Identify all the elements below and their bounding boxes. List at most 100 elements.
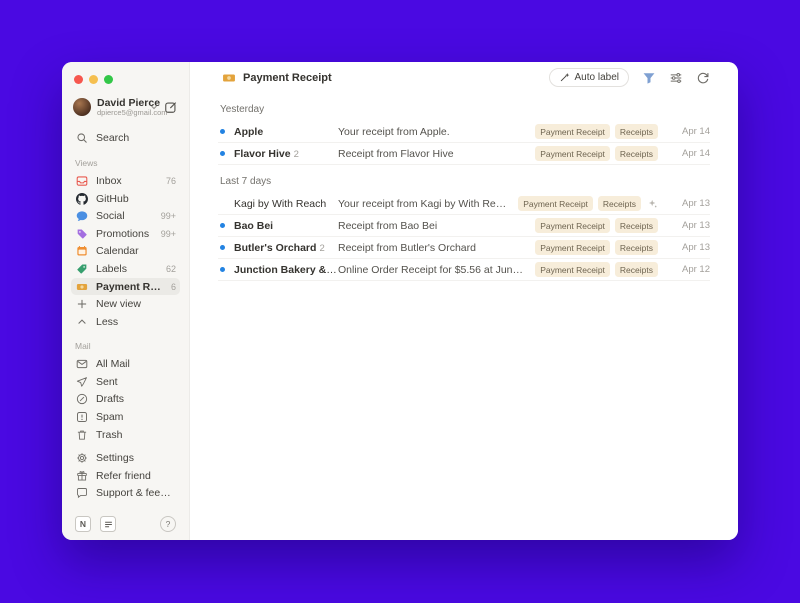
avatar xyxy=(73,98,91,116)
sidebar-item-label: Sent xyxy=(96,376,118,388)
view-title: Payment Receipt xyxy=(222,71,332,85)
label-badge[interactable]: Receipts xyxy=(615,124,658,139)
label-badge[interactable]: Payment Receipt xyxy=(535,124,610,139)
window-controls xyxy=(74,75,180,84)
email-row[interactable]: Bao Bei Receipt from Bao Bei Payment Rec… xyxy=(218,215,710,237)
email-subject: Receipt from Bao Bei xyxy=(338,220,525,232)
spam-icon xyxy=(75,411,89,423)
auto-labeled-sparkle-icon xyxy=(648,199,658,209)
sidebar-item-sent[interactable]: Sent xyxy=(71,373,180,391)
github-icon xyxy=(75,193,89,205)
email-row[interactable]: Flavor Hive2 Receipt from Flavor Hive Pa… xyxy=(218,143,710,165)
sidebar-item-spam[interactable]: Spam xyxy=(71,408,180,426)
sidebar-item-github[interactable]: GitHub xyxy=(71,190,180,208)
email-date: Apr 12 xyxy=(670,264,710,275)
sidebar-item-label: Labels xyxy=(96,263,127,275)
promotions-icon xyxy=(75,228,89,240)
main-header: Payment Receipt Auto label xyxy=(190,62,738,93)
notion-app-icon[interactable]: N xyxy=(75,516,91,532)
email-date: Apr 13 xyxy=(670,242,710,253)
sidebar-item-new-view[interactable]: New view xyxy=(71,295,180,313)
email-subject: Receipt from Flavor Hive xyxy=(338,148,525,160)
sender-name: Bao Bei xyxy=(234,220,273,232)
display-options-icon[interactable] xyxy=(669,71,683,85)
sidebar-item-trash[interactable]: Trash xyxy=(71,426,180,444)
email-subject: Receipt from Butler's Orchard xyxy=(338,242,525,254)
chevron-up-icon xyxy=(75,316,89,328)
zoom-window-button[interactable] xyxy=(104,75,113,84)
sidebar-item-count: 99+ xyxy=(161,211,176,221)
sidebar-item-label: GitHub xyxy=(96,193,129,205)
search-label: Search xyxy=(96,132,129,144)
sidebar-item-promotions[interactable]: Promotions 99+ xyxy=(71,225,180,243)
refresh-icon[interactable] xyxy=(696,71,710,85)
close-window-button[interactable] xyxy=(74,75,83,84)
sidebar-item-drafts[interactable]: Drafts xyxy=(71,391,180,409)
trash-icon xyxy=(75,429,89,441)
notion-calendar-app-icon[interactable] xyxy=(100,516,116,532)
label-badge[interactable]: Payment Receipt xyxy=(535,218,610,233)
search-button[interactable]: Search xyxy=(71,130,180,148)
label-badge[interactable]: Receipts xyxy=(615,218,658,233)
email-row[interactable]: Kagi by With Reach Your receipt from Kag… xyxy=(218,193,710,215)
email-date: Apr 14 xyxy=(670,126,710,137)
sidebar-item-social[interactable]: Social 99+ xyxy=(71,207,180,225)
search-icon xyxy=(75,132,89,144)
compose-button[interactable] xyxy=(164,100,178,114)
view-title-text: Payment Receipt xyxy=(243,72,332,84)
email-row[interactable]: Butler's Orchard2 Receipt from Butler's … xyxy=(218,237,710,259)
thread-count: 2 xyxy=(294,149,299,160)
paper-plane-icon xyxy=(75,376,89,388)
sidebar-item-settings[interactable]: Settings xyxy=(71,449,180,467)
section-title: Last 7 days xyxy=(218,165,710,193)
label-badge[interactable]: Receipts xyxy=(615,240,658,255)
sidebar-item-inbox[interactable]: Inbox 76 xyxy=(71,172,180,190)
profile-email: dpierce5@gmail.com xyxy=(97,109,143,118)
payment-receipt-icon xyxy=(222,71,236,85)
labels-icon xyxy=(75,263,89,275)
sidebar-item-payment-receipt[interactable]: Payment Receipt 6 xyxy=(71,278,180,296)
filter-funnel-icon[interactable] xyxy=(642,71,656,85)
header-actions: Auto label xyxy=(549,68,710,87)
sidebar-item-label: Settings xyxy=(96,452,134,464)
label-badge[interactable]: Receipts xyxy=(615,146,658,161)
sidebar-item-label: Calendar xyxy=(96,245,139,257)
sidebar-bottom-bar: N ? xyxy=(71,514,180,532)
auto-label-button[interactable]: Auto label xyxy=(549,68,629,87)
sidebar-item-labels[interactable]: Labels 62 xyxy=(71,260,180,278)
label-badge[interactable]: Payment Receipt xyxy=(518,196,593,211)
label-badge[interactable]: Payment Receipt xyxy=(535,146,610,161)
auto-label-button-text: Auto label xyxy=(575,72,619,83)
sidebar-item-label: Refer friend xyxy=(96,470,151,482)
label-badge[interactable]: Payment Receipt xyxy=(535,262,610,277)
sidebar-item-refer-friend[interactable]: Refer friend xyxy=(71,467,180,485)
label-badge[interactable]: Payment Receipt xyxy=(535,240,610,255)
sidebar-item-support-feedback[interactable]: Support & feedback xyxy=(71,485,180,503)
email-row[interactable]: Apple Your receipt from Apple. Payment R… xyxy=(218,121,710,143)
label-badge[interactable]: Receipts xyxy=(598,196,641,211)
label-badges: Payment Receipt Receipts xyxy=(535,124,658,139)
email-row[interactable]: Junction Bakery & Bistro ... Online Orde… xyxy=(218,259,710,281)
minimize-window-button[interactable] xyxy=(89,75,98,84)
help-icon[interactable]: ? xyxy=(160,516,176,532)
sidebar-item-less[interactable]: Less xyxy=(71,313,180,331)
sidebar-item-label: Drafts xyxy=(96,393,124,405)
unread-dot xyxy=(220,129,225,134)
label-badge[interactable]: Receipts xyxy=(615,262,658,277)
section-title: Yesterday xyxy=(218,93,710,121)
sender-name: Flavor Hive xyxy=(234,148,291,160)
email-list: Yesterday Apple Your receipt from Apple.… xyxy=(190,93,738,281)
sidebar-item-calendar[interactable]: Calendar xyxy=(71,243,180,261)
label-badges: Payment Receipt Receipts xyxy=(535,262,658,277)
drafts-icon xyxy=(75,393,89,405)
gear-icon xyxy=(75,452,89,464)
sidebar-item-count: 76 xyxy=(166,176,176,186)
social-icon xyxy=(75,210,89,222)
label-badges: Payment Receipt Receipts xyxy=(535,146,658,161)
mail-section-label: Mail xyxy=(75,341,176,351)
label-badges: Payment Receipt Receipts xyxy=(535,218,658,233)
account-switcher[interactable]: David Pierce dpierce5@gmail.com xyxy=(73,97,178,118)
auto-label-icon xyxy=(559,72,570,83)
sidebar-item-all-mail[interactable]: All Mail xyxy=(71,355,180,373)
main-panel: Payment Receipt Auto label xyxy=(190,62,738,540)
